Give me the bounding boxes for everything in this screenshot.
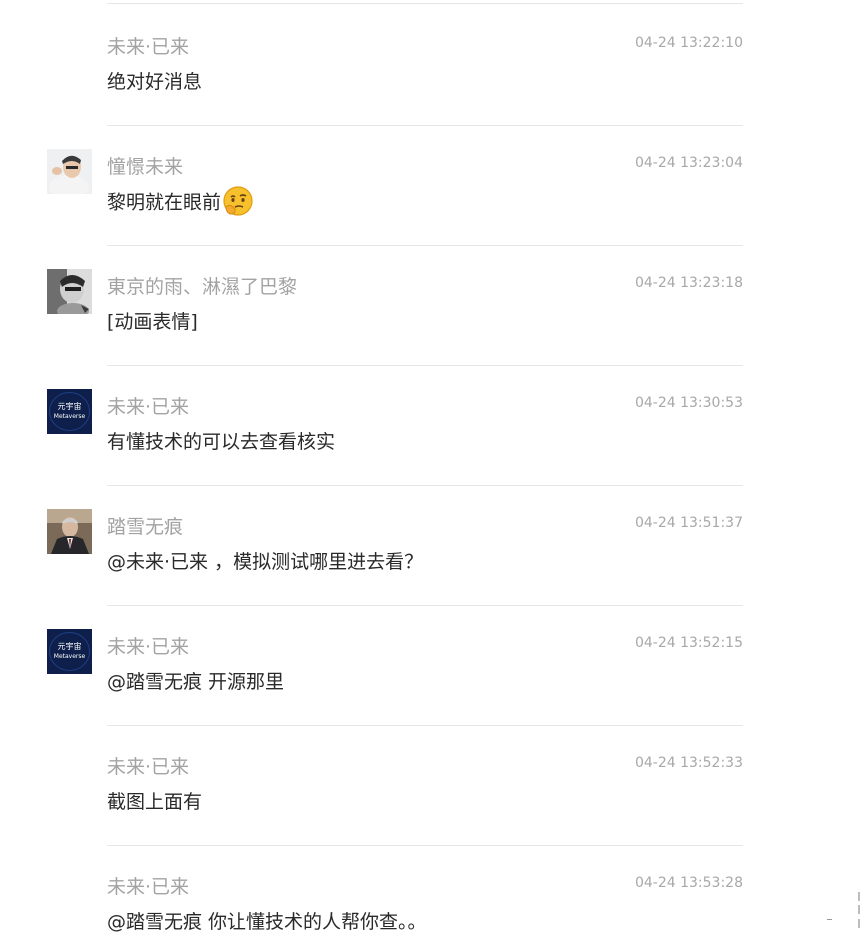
comment-text: @踏雪无痕 开源那里 [107,671,285,693]
suit-photo-icon [47,509,92,554]
comment-text: @踏雪无痕 你让懂技术的人帮你查。。 [107,911,427,933]
comment-text: 截图上面有 [107,791,203,813]
comment-username[interactable]: 未来·已来 [107,635,189,659]
avatar[interactable] [47,149,92,194]
comment-item: 未来·已来 04-24 13:53:28 @踏雪无痕 你让懂技术的人帮你查。。 [0,845,865,936]
avatar[interactable]: 元宇宙 Metaverse [47,629,92,674]
comment-username[interactable]: 憧憬未来 [107,155,183,179]
comment-text: 有懂技术的可以去查看核实 [107,431,336,453]
comment-username[interactable]: 未来·已来 [107,875,189,899]
comment-username[interactable]: 未来·已来 [107,755,189,779]
comment-text-content: 黎明就在眼前 [107,191,222,214]
comment-timestamp: 04-24 13:22:10 [634,35,743,51]
person-photo-icon [47,149,92,194]
grayscale-photo-icon [47,269,92,314]
comment-item: 元宇宙 Metaverse 未来·已来 04-24 13:30:53 有懂技术的… [0,365,865,486]
metaverse-logo-icon: 元宇宙 Metaverse [47,629,92,674]
comment-timestamp: 04-24 13:53:28 [634,875,743,891]
comment-text: @未来·已来 ，模拟测试哪里进去看？ [107,551,424,573]
comment-timestamp: 04-24 13:23:18 [634,275,743,291]
comment-timestamp: 04-24 13:52:33 [634,755,743,771]
comment-timestamp: 04-24 13:30:53 [634,395,743,411]
comment-item: 踏雪无痕 04-24 13:51:37 @未来·已来 ，模拟测试哪里进去看？ [0,485,865,606]
comment-item: 未来·已来 04-24 13:52:33 截图上面有 [0,725,865,846]
comment-item: 未来·已来 04-24 13:22:10 绝对好消息 [0,5,865,126]
comment-item: 憧憬未来 04-24 13:23:04 黎明就在眼前 [0,125,865,246]
avatar-text-cn: 元宇宙 [58,641,82,651]
comment-text: 绝对好消息 [107,71,203,93]
comment-item: 東京的雨、淋濕了巴黎 04-24 13:23:18 [动画表情] [0,245,865,366]
comment-item: 元宇宙 Metaverse 未来·已来 04-24 13:52:15 @踏雪无痕… [0,605,865,726]
avatar[interactable] [47,509,92,554]
thinking-emoji-icon [222,185,254,217]
avatar-text-en: Metaverse [54,413,86,420]
comment-text: 黎明就在眼前 [107,186,254,217]
comment-timestamp: 04-24 13:52:15 [634,635,743,651]
avatar[interactable] [47,269,92,314]
avatar-text-en: Metaverse [54,653,86,660]
avatar-text-cn: 元宇宙 [58,401,82,411]
avatar[interactable]: 元宇宙 Metaverse [47,389,92,434]
comment-username[interactable]: 東京的雨、淋濕了巴黎 [107,275,297,299]
scroll-indicator [827,892,860,928]
comment-username[interactable]: 未来·已来 [107,35,189,59]
comment-username[interactable]: 未来·已来 [107,395,189,419]
comment-username[interactable]: 踏雪无痕 [107,515,183,539]
comment-timestamp: 04-24 13:51:37 [634,515,743,531]
comment-text: [动画表情] [107,311,198,333]
metaverse-logo-icon: 元宇宙 Metaverse [47,389,92,434]
divider [107,3,743,4]
comment-timestamp: 04-24 13:23:04 [634,155,743,171]
